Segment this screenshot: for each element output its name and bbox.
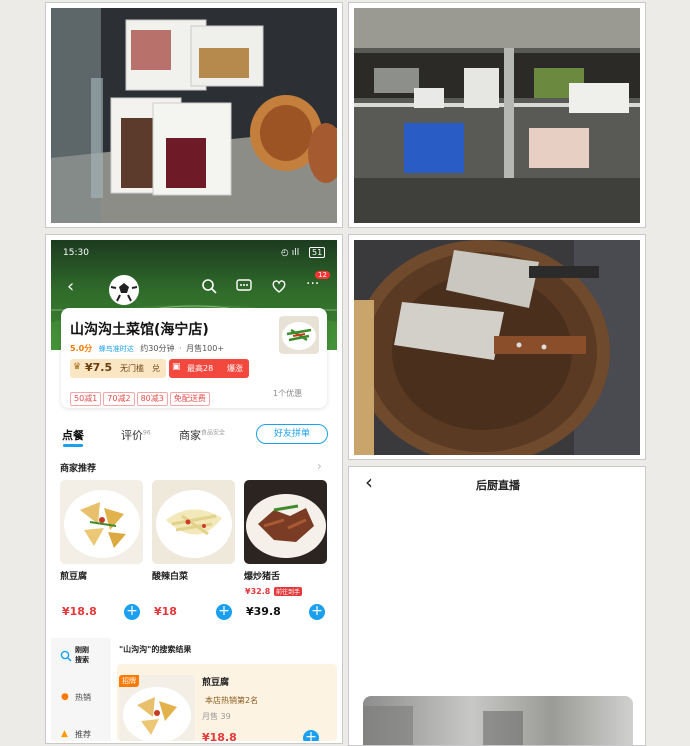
message-icon[interactable] [236,278,252,294]
result-rank: 本店热销第2名 [205,696,259,705]
coupon-exchange: 兑 [152,364,160,373]
dish-card[interactable] [244,480,327,564]
search-icon [60,650,72,662]
live-video-preview[interactable] [363,696,633,745]
sidebar-recent-label[interactable]: 刚刚 搜索 [75,645,89,665]
coupon-box[interactable]: ♛ ¥7.5 无门槛 兑 [70,359,166,378]
dish-card[interactable] [152,480,235,564]
dish-price: ¥18.8 [62,605,97,618]
battery-icon: 51 [309,247,326,258]
group-order-button[interactable]: 好友拼单 [256,424,328,444]
redpacket-box[interactable]: ▣ 最高28 爆涨 [169,359,249,378]
photo-frame-cutting-board [348,234,646,460]
tab-merchant[interactable]: 商家食品安全 [179,427,225,443]
promo-tag: 50减1 [70,392,102,406]
football-icon [109,275,139,305]
tab-active-indicator [63,444,83,447]
tab-merchant-label: 商家 [179,429,201,442]
sidebar-hot[interactable]: 热销 [75,692,91,703]
sidebar-recent-label-1: 刚刚 [75,646,89,654]
dish-name: 爆炒猪舌 [244,572,281,582]
result-price: ¥18.8 [202,731,237,741]
search-icon[interactable] [201,278,217,294]
sidebar-recent-label-2: 搜索 [75,656,89,664]
thumb-icon: ▲ [61,729,68,739]
status-bar: 15:30 ◴ ıll 51 [51,240,337,268]
crown-icon: ♛ [73,362,82,372]
redpacket-label: 最高28 [187,364,214,373]
chevron-right-icon[interactable]: › [317,459,322,473]
fire-icon: ● [61,692,69,702]
dish-name: 酸辣白菜 [152,572,189,582]
add-to-cart-button[interactable]: + [124,604,140,620]
dish-price: ¥39.8 [246,605,281,618]
signature-tag: 招牌 [119,675,139,687]
add-to-cart-button[interactable]: + [303,730,319,741]
shop-dish-thumbnail [279,316,319,354]
photo-storage-shelf[interactable] [354,8,640,223]
result-sales: 月售 39 [202,712,231,721]
promo-count[interactable]: 1个优惠 [273,388,302,399]
tab-order[interactable]: 点餐 [62,427,84,443]
photo-frame-display-case [45,2,343,228]
status-time: 15:30 [63,248,89,258]
back-icon[interactable]: ‹ [67,276,74,297]
dish-image [152,480,235,564]
signal-icon: ◴ ıll [281,248,300,258]
cart-badge: 12 [315,271,330,279]
coupon-condition: 无门槛 [120,364,144,373]
add-to-cart-button[interactable]: + [216,604,232,620]
recommend-title: 商家推荐 [60,464,97,474]
promo-tag: 80减3 [136,392,168,406]
dish-image [244,480,327,564]
redpacket-icon: ▣ [172,362,181,372]
kitchen-live-title: 后厨直播 [476,479,520,492]
promo-tag: 免配送费 [169,392,210,406]
monthly-sales: 月售100+ [186,344,225,353]
delivery-brand: 蜂鸟准时达 [98,345,134,353]
redpacket-action: 爆涨 [227,364,243,373]
photo-cutting-board[interactable] [354,240,640,455]
tab-merchant-sub: 食品安全 [201,429,226,437]
promo-tags: 50减1 70减2 80减3 免配送费 [70,386,212,406]
tab-reviews-count: 96 [143,429,151,437]
delivery-time: 约30分钟 [140,344,175,353]
dish-price: ¥18 [154,605,177,618]
dish-image [60,480,143,564]
add-to-cart-button[interactable]: + [309,604,325,620]
tab-reviews-label: 评价 [121,429,143,442]
kitchen-live-frame: ‹ 后厨直播 [348,466,646,746]
shop-app-screen: 15:30 ◴ ıll 51 ‹ ··· 12 山沟沟土菜馆(海宁店) 5.0分… [51,240,337,741]
dish-old-price: ¥32.8 [245,587,271,596]
result-dish-name: 煎豆腐 [202,678,230,688]
photo-display-case[interactable] [51,8,337,223]
coupon-value: ¥7.5 [85,361,113,374]
separator: · [179,344,182,353]
shop-info-card: 山沟沟土菜馆(海宁店) 5.0分 蜂鸟准时达 约30分钟 · 月售100+ ♛ … [61,308,327,408]
search-result-card[interactable]: 招牌 煎豆腐 本店热销第2名 月售 39 ¥18.8 + [117,664,337,741]
sidebar-recommend[interactable]: 推荐 [75,729,91,740]
shop-rating: 5.0分 [70,344,93,353]
tab-reviews[interactable]: 评价96 [121,427,151,443]
search-results-title: "山沟沟"的搜索结果 [119,645,192,654]
dish-name: 煎豆腐 [60,572,88,582]
shop-name: 山沟沟土菜馆(海宁店) [70,322,209,338]
photo-frame-shelf [348,2,646,228]
favorite-icon[interactable] [271,278,287,294]
shop-meta: 5.0分 蜂鸟准时达 约30分钟 · 月售100+ [70,343,224,354]
promo-tag: 70减2 [103,392,135,406]
dish-card[interactable] [60,480,143,564]
discount-badge: 前往到手 [274,587,303,596]
